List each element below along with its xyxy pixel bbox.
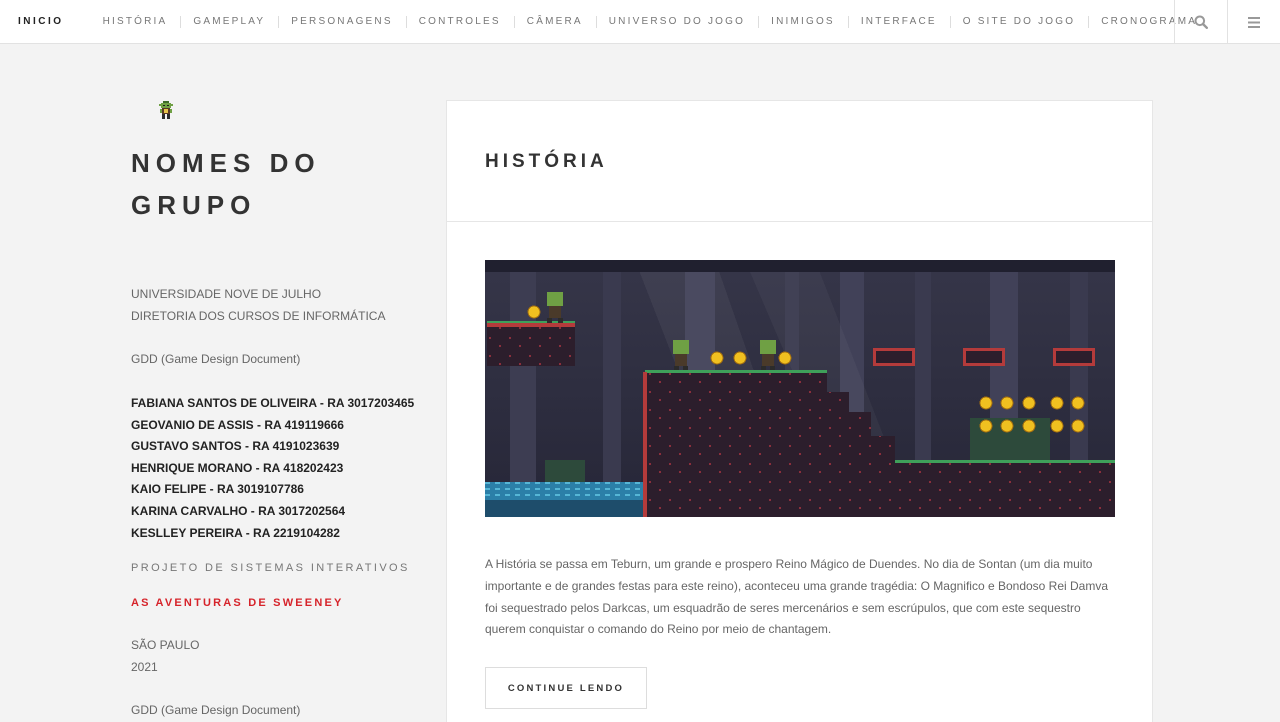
nav-item-personagens[interactable]: PERSONAGENS: [278, 0, 405, 44]
member-item: GEOVANIO DE ASSIS - RA 419119666: [131, 417, 344, 432]
nav-item-inimigos[interactable]: INIMIGOS: [758, 0, 848, 44]
city-text: SÃO PAULO: [131, 638, 200, 652]
member-item: HENRIQUE MORANO - RA 418202423: [131, 460, 344, 475]
top-navigation-bar: INICIO HISTÓRIA GAMEPLAY PERSONAGENS CON…: [0, 0, 1280, 44]
nav-item-interface[interactable]: INTERFACE: [847, 0, 950, 44]
search-button[interactable]: [1174, 0, 1227, 44]
gdd-text-2: GDD (Game Design Document): [131, 703, 301, 717]
nav-item-o-site-do-jogo[interactable]: O SITE DO JOGO: [949, 0, 1088, 44]
gdd-text: GDD (Game Design Document): [131, 352, 301, 366]
post-excerpt: A História se passa em Teburn, um grande…: [485, 557, 1109, 637]
member-item: KARINA CARVALHO - RA 3017202564: [131, 504, 346, 518]
member-item: FABIANA SANTOS DE OLIVEIRA - RA 30172034…: [131, 396, 415, 410]
post-featured-image[interactable]: [485, 260, 1115, 517]
member-item: KAIO FELIPE - RA 3019107786: [131, 482, 304, 497]
game-screenshot-image: [485, 260, 1115, 517]
goblin-logo-icon[interactable]: [157, 100, 175, 122]
post-title[interactable]: HISTÓRIA: [485, 151, 608, 173]
nav-actions: [1174, 0, 1280, 44]
menu-icon: [1248, 16, 1260, 28]
nav-item-historia[interactable]: HISTÓRIA: [90, 0, 181, 44]
nav-item-inicio[interactable]: INICIO: [0, 0, 90, 44]
post-header: HISTÓRIA: [447, 101, 1152, 222]
department-text: DIRETORIA DOS CURSOS DE INFORMÁTICA: [131, 309, 386, 323]
member-item: KESLLEY PEREIRA - RA 2219104282: [131, 525, 340, 540]
site-title[interactable]: NOMES DO GRUPO: [131, 142, 421, 226]
site-title-line-2: GRUPO: [131, 190, 257, 220]
member-item: GUSTAVO SANTOS - RA 4191023639: [131, 439, 340, 454]
nav-item-camera[interactable]: CÂMERA: [513, 0, 596, 44]
main-menu: INICIO HISTÓRIA GAMEPLAY PERSONAGENS CON…: [0, 0, 1210, 44]
site-title-line-1: NOMES DO: [131, 148, 321, 178]
nav-item-controles[interactable]: CONTROLES: [405, 0, 514, 44]
search-icon: [1194, 15, 1208, 29]
game-name-label: AS AVENTURAS DE SWEENEY: [131, 597, 344, 609]
menu-button[interactable]: [1227, 0, 1280, 44]
post-card: HISTÓRIA A História se passa em Teburn, …: [446, 100, 1153, 722]
project-label: PROJETO DE SISTEMAS INTERATIVOS: [131, 562, 410, 574]
year-text: 2021: [131, 660, 158, 674]
nav-item-gameplay[interactable]: GAMEPLAY: [180, 0, 278, 44]
continue-reading-button[interactable]: CONTINUE LENDO: [485, 667, 647, 709]
university-text: UNIVERSIDADE NOVE DE JULHO: [131, 287, 322, 301]
nav-item-universo-do-jogo[interactable]: UNIVERSO DO JOGO: [595, 0, 758, 44]
